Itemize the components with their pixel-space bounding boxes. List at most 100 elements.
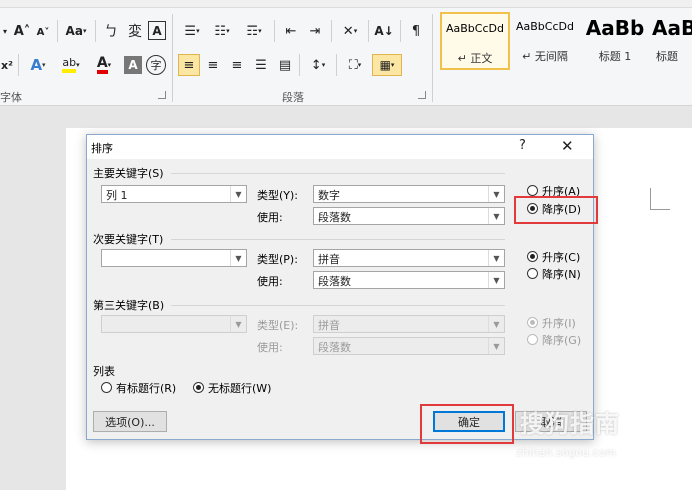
primary-use-select[interactable]: 段落数 ▼ (313, 207, 505, 225)
sort-icon[interactable]: A↓ (372, 20, 396, 42)
separator (336, 54, 337, 76)
separator (57, 20, 58, 42)
secondary-asc-label[interactable]: 升序(C) (542, 249, 580, 265)
chinese-layout-icon[interactable]: ✕ ▾ (336, 20, 364, 42)
change-case-button[interactable]: Aa ▾ (62, 20, 90, 42)
font-group-label: 字体 (0, 91, 22, 104)
character-border-icon[interactable]: A (148, 21, 166, 40)
paragraph-group-label: 段落 (282, 91, 304, 104)
secondary-key-label: 次要关键字(T) (93, 233, 164, 246)
chevron-down-icon: ▼ (230, 316, 246, 332)
group-separator (172, 14, 173, 102)
tertiary-desc-radio (527, 334, 538, 345)
options-button[interactable]: 选项(O)... (93, 411, 167, 432)
align-left-icon[interactable]: ≡ (178, 54, 200, 76)
close-icon[interactable]: ✕ (561, 137, 574, 155)
justify-icon[interactable]: ☰ (250, 54, 272, 76)
highlight-ok-button (420, 404, 514, 444)
line-spacing-icon[interactable]: ↕ ▾ (304, 54, 332, 76)
margin-corner-mark (650, 188, 670, 210)
chevron-down-icon: ▼ (230, 186, 246, 202)
tertiary-asc-label: 升序(I) (542, 317, 576, 330)
watermark-logo: 搜狗指南 (520, 410, 620, 438)
shrink-font-button[interactable]: A˅ (34, 22, 52, 42)
align-center-icon[interactable]: ≡ (202, 54, 224, 76)
style-title[interactable]: AaB 标题 (646, 12, 692, 70)
secondary-type-select[interactable]: 拼音 ▼ (313, 249, 505, 267)
text-effects-button[interactable]: A ▾ (24, 54, 52, 76)
no-header-label[interactable]: 无标题行(W) (208, 380, 271, 396)
primary-type-label: 类型(Y): (257, 189, 299, 202)
shading-icon[interactable]: ⛶ ▾ (340, 54, 370, 76)
chevron-down-icon: ▼ (488, 250, 504, 266)
tertiary-type-label: 类型(E): (257, 319, 299, 332)
help-button[interactable]: ? (519, 138, 526, 153)
section-divider (171, 239, 505, 240)
sort-dialog: 排序 ? ✕ 主要关键字(S) 列 1 ▼ 类型(Y): 数字 ▼ 使用: 段落… (86, 134, 594, 440)
no-header-radio[interactable] (193, 382, 204, 393)
highlight-desc-option (514, 196, 598, 224)
separator (95, 20, 96, 42)
styles-gallery: AaBbCcDd ↵ 正文 AaBbCcDd ↵ 无间隔 AaBb 标题 1 A… (436, 12, 692, 72)
chevron-down-icon: ▼ (230, 250, 246, 266)
tertiary-type-select: 拼音 ▼ (313, 315, 505, 333)
show-marks-icon[interactable]: ¶ (404, 20, 428, 42)
separator (400, 20, 401, 42)
dialog-title: 排序 (91, 142, 113, 155)
enclose-circle-icon[interactable]: 字 (146, 55, 166, 75)
align-right-icon[interactable]: ≡ (226, 54, 248, 76)
secondary-desc-radio[interactable] (527, 268, 538, 279)
multilevel-list-icon[interactable]: ☶ ▾ (240, 20, 268, 42)
primary-key-label: 主要关键字(S) (93, 167, 164, 180)
paragraph-dialog-launcher-icon[interactable] (418, 91, 426, 99)
primary-use-label: 使用: (257, 211, 283, 224)
tertiary-asc-radio (527, 317, 538, 328)
decrease-indent-icon[interactable]: ⇤ (280, 20, 302, 42)
highlight-color-button[interactable]: ab ▾ (56, 54, 86, 76)
chevron-down-icon: ▼ (488, 316, 504, 332)
increase-indent-icon[interactable]: ⇥ (304, 20, 326, 42)
primary-key-select[interactable]: 列 1 ▼ (101, 185, 247, 203)
tertiary-key-label: 第三关键字(B) (93, 299, 165, 312)
dialog-title-bar[interactable]: 排序 ? ✕ (87, 135, 593, 159)
list-label: 列表 (93, 365, 115, 378)
style-no-spacing[interactable]: AaBbCcDd ↵ 无间隔 (510, 12, 580, 70)
font-dialog-launcher-icon[interactable] (158, 91, 166, 99)
numbering-icon[interactable]: ☷ ▾ (208, 20, 236, 42)
font-color-button[interactable]: A ▾ (90, 54, 118, 76)
separator (331, 20, 332, 42)
style-normal[interactable]: AaBbCcDd ↵ 正文 (440, 12, 510, 70)
chevron-down-icon: ▼ (488, 338, 504, 354)
separator (299, 54, 300, 76)
primary-type-select[interactable]: 数字 ▼ (313, 185, 505, 203)
chevron-down-icon: ▼ (488, 272, 504, 288)
tertiary-key-select: ▼ (101, 315, 247, 333)
ribbon-top-strip (0, 0, 692, 8)
ribbon: ▾ A˄ A˅ Aa ▾ ㄅ 変 A x² A ▾ ab ▾ A ▾ A 字 字体 ☰ ▾… (0, 0, 692, 106)
section-divider (171, 305, 505, 306)
secondary-use-select[interactable]: 段落数 ▼ (313, 271, 505, 289)
phonetic-guide-icon[interactable]: ㄅ (100, 20, 122, 42)
secondary-asc-radio[interactable] (527, 251, 538, 262)
secondary-key-select[interactable]: ▼ (101, 249, 247, 267)
tertiary-use-select: 段落数 ▼ (313, 337, 505, 355)
borders-icon[interactable]: ▦ ▾ (372, 54, 402, 76)
tertiary-desc-label: 降序(G) (542, 334, 582, 347)
enclose-characters-icon[interactable]: 変 (124, 20, 146, 42)
has-header-label[interactable]: 有标题行(R) (116, 380, 176, 396)
superscript-button[interactable]: x² (0, 54, 14, 76)
tertiary-use-label: 使用: (257, 341, 283, 354)
secondary-desc-label[interactable]: 降序(N) (542, 266, 581, 282)
distributed-icon[interactable]: ▤ (274, 54, 296, 76)
style-heading-1[interactable]: AaBb 标题 1 (580, 12, 650, 70)
has-header-radio[interactable] (101, 382, 112, 393)
secondary-type-label: 类型(P): (257, 253, 298, 266)
font-size-dropdown-arrow[interactable]: ▾ (0, 22, 10, 40)
separator (368, 20, 369, 42)
bullets-icon[interactable]: ☰ ▾ (178, 20, 206, 42)
group-separator (432, 14, 433, 102)
grow-font-button[interactable]: A˄ (12, 20, 32, 42)
chevron-down-icon: ▼ (488, 186, 504, 202)
primary-asc-radio[interactable] (527, 185, 538, 196)
character-shading-icon[interactable]: A (124, 56, 142, 74)
